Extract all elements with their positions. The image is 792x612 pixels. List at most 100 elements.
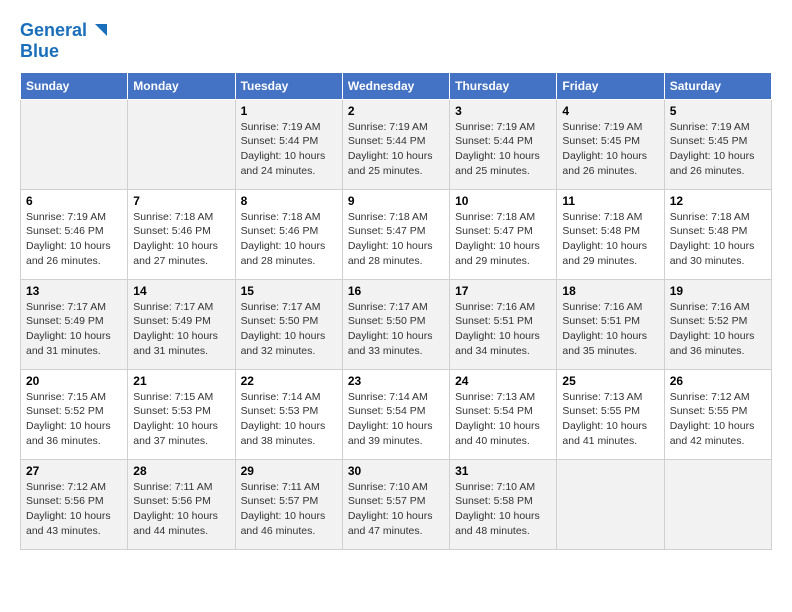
day-cell: 8Sunrise: 7:18 AM Sunset: 5:46 PM Daylig… [235, 189, 342, 279]
day-cell: 31 Sunrise: 7:10 AM Sunset: 5:58 PM Dayli… [450, 459, 557, 549]
day-info: Sunrise: 7:18 AM Sunset: 5:46 PM Dayligh… [133, 210, 229, 269]
day-cell: 18Sunrise: 7:16 AM Sunset: 5:51 PM Dayli… [557, 279, 664, 369]
day-number: 4 [562, 104, 658, 118]
logo: General Blue [20, 20, 109, 62]
day-cell: 9 Sunrise: 7:18 AM Sunset: 5:47 PM Daylig… [342, 189, 449, 279]
day-number: 12 [670, 194, 766, 208]
day-number: 10 [455, 194, 551, 208]
day-cell: 7 Sunrise: 7:18 AM Sunset: 5:46 PM Daylig… [128, 189, 235, 279]
day-number: 2 [348, 104, 444, 118]
day-cell: 4 Sunrise: 7:19 AM Sunset: 5:45 PM Daylig… [557, 99, 664, 189]
day-number: 9 [348, 194, 444, 208]
day-info: Sunrise: 7:19 AM Sunset: 5:44 PM Dayligh… [348, 120, 444, 179]
day-info: Sunrise: 7:19 AM Sunset: 5:44 PM Dayligh… [241, 120, 337, 179]
day-info: Sunrise: 7:11 AM Sunset: 5:57 PM Dayligh… [241, 480, 337, 539]
day-cell: 24 Sunrise: 7:13 AM Sunset: 5:54 PM Dayli… [450, 369, 557, 459]
day-cell: 27 Sunrise: 7:12 AM Sunset: 5:56 PM Dayli… [21, 459, 128, 549]
day-number: 29 [241, 464, 337, 478]
day-cell: 29 Sunrise: 7:11 AM Sunset: 5:57 PM Dayli… [235, 459, 342, 549]
day-number: 6 [26, 194, 122, 208]
day-cell: 10 Sunrise: 7:18 AM Sunset: 5:47 PM Dayli… [450, 189, 557, 279]
day-cell: 22 Sunrise: 7:14 AM Sunset: 5:53 PM Dayli… [235, 369, 342, 459]
day-number: 27 [26, 464, 122, 478]
week-row-4: 20Sunrise: 7:15 AM Sunset: 5:52 PM Dayli… [21, 369, 772, 459]
day-cell: 26Sunrise: 7:12 AM Sunset: 5:55 PM Dayli… [664, 369, 771, 459]
day-number: 23 [348, 374, 444, 388]
week-row-2: 6 Sunrise: 7:19 AM Sunset: 5:46 PM Daylig… [21, 189, 772, 279]
day-info: Sunrise: 7:11 AM Sunset: 5:56 PM Dayligh… [133, 480, 229, 539]
day-cell [21, 99, 128, 189]
day-info: Sunrise: 7:17 AM Sunset: 5:50 PM Dayligh… [348, 300, 444, 359]
day-number: 22 [241, 374, 337, 388]
day-number: 25 [562, 374, 658, 388]
day-info: Sunrise: 7:12 AM Sunset: 5:56 PM Dayligh… [26, 480, 122, 539]
col-monday: Monday [128, 72, 235, 99]
day-number: 7 [133, 194, 229, 208]
day-number: 3 [455, 104, 551, 118]
day-cell: 12 Sunrise: 7:18 AM Sunset: 5:48 PM Dayli… [664, 189, 771, 279]
week-row-1: 1 Sunrise: 7:19 AM Sunset: 5:44 PM Daylig… [21, 99, 772, 189]
day-cell [128, 99, 235, 189]
day-cell: 11 Sunrise: 7:18 AM Sunset: 5:48 PM Dayli… [557, 189, 664, 279]
day-cell: 17Sunrise: 7:16 AM Sunset: 5:51 PM Dayli… [450, 279, 557, 369]
day-info: Sunrise: 7:13 AM Sunset: 5:54 PM Dayligh… [455, 390, 551, 449]
day-number: 13 [26, 284, 122, 298]
day-cell: 5Sunrise: 7:19 AM Sunset: 5:45 PM Daylig… [664, 99, 771, 189]
day-info: Sunrise: 7:19 AM Sunset: 5:45 PM Dayligh… [562, 120, 658, 179]
day-cell: 14 Sunrise: 7:17 AM Sunset: 5:49 PM Dayli… [128, 279, 235, 369]
calendar-body: 1 Sunrise: 7:19 AM Sunset: 5:44 PM Daylig… [21, 99, 772, 549]
day-cell: 21 Sunrise: 7:15 AM Sunset: 5:53 PM Dayli… [128, 369, 235, 459]
logo-text: General [20, 21, 87, 41]
day-number: 31 [455, 464, 551, 478]
logo-icon [87, 20, 109, 42]
day-number: 14 [133, 284, 229, 298]
logo-blue: Blue [20, 42, 59, 62]
day-cell: 28 Sunrise: 7:11 AM Sunset: 5:56 PM Dayli… [128, 459, 235, 549]
day-number: 5 [670, 104, 766, 118]
day-cell: 23 Sunrise: 7:14 AM Sunset: 5:54 PM Dayli… [342, 369, 449, 459]
day-cell: 6 Sunrise: 7:19 AM Sunset: 5:46 PM Daylig… [21, 189, 128, 279]
day-number: 15 [241, 284, 337, 298]
day-cell: 20Sunrise: 7:15 AM Sunset: 5:52 PM Dayli… [21, 369, 128, 459]
page-header: General Blue [20, 20, 772, 62]
day-number: 30 [348, 464, 444, 478]
day-info: Sunrise: 7:18 AM Sunset: 5:48 PM Dayligh… [670, 210, 766, 269]
day-number: 28 [133, 464, 229, 478]
week-row-5: 27 Sunrise: 7:12 AM Sunset: 5:56 PM Dayli… [21, 459, 772, 549]
col-wednesday: Wednesday [342, 72, 449, 99]
col-saturday: Saturday [664, 72, 771, 99]
day-cell: 19Sunrise: 7:16 AM Sunset: 5:52 PM Dayli… [664, 279, 771, 369]
day-cell: 2 Sunrise: 7:19 AM Sunset: 5:44 PM Daylig… [342, 99, 449, 189]
day-info: Sunrise: 7:18 AM Sunset: 5:48 PM Dayligh… [562, 210, 658, 269]
day-number: 26 [670, 374, 766, 388]
day-info: Sunrise: 7:17 AM Sunset: 5:49 PM Dayligh… [26, 300, 122, 359]
col-thursday: Thursday [450, 72, 557, 99]
day-cell: 15Sunrise: 7:17 AM Sunset: 5:50 PM Dayli… [235, 279, 342, 369]
header-row: Sunday Monday Tuesday Wednesday Thursday… [21, 72, 772, 99]
day-info: Sunrise: 7:19 AM Sunset: 5:46 PM Dayligh… [26, 210, 122, 269]
day-info: Sunrise: 7:16 AM Sunset: 5:51 PM Dayligh… [562, 300, 658, 359]
day-info: Sunrise: 7:16 AM Sunset: 5:52 PM Dayligh… [670, 300, 766, 359]
day-cell: 1 Sunrise: 7:19 AM Sunset: 5:44 PM Daylig… [235, 99, 342, 189]
day-info: Sunrise: 7:15 AM Sunset: 5:53 PM Dayligh… [133, 390, 229, 449]
day-info: Sunrise: 7:14 AM Sunset: 5:54 PM Dayligh… [348, 390, 444, 449]
day-info: Sunrise: 7:10 AM Sunset: 5:58 PM Dayligh… [455, 480, 551, 539]
day-cell: 30Sunrise: 7:10 AM Sunset: 5:57 PM Dayli… [342, 459, 449, 549]
day-number: 11 [562, 194, 658, 208]
calendar-table: Sunday Monday Tuesday Wednesday Thursday… [20, 72, 772, 550]
day-number: 1 [241, 104, 337, 118]
day-cell: 25Sunrise: 7:13 AM Sunset: 5:55 PM Dayli… [557, 369, 664, 459]
day-cell: 13 Sunrise: 7:17 AM Sunset: 5:49 PM Dayli… [21, 279, 128, 369]
day-info: Sunrise: 7:17 AM Sunset: 5:49 PM Dayligh… [133, 300, 229, 359]
day-cell [664, 459, 771, 549]
day-cell [557, 459, 664, 549]
day-cell: 3Sunrise: 7:19 AM Sunset: 5:44 PM Daylig… [450, 99, 557, 189]
day-number: 8 [241, 194, 337, 208]
day-info: Sunrise: 7:15 AM Sunset: 5:52 PM Dayligh… [26, 390, 122, 449]
day-number: 24 [455, 374, 551, 388]
col-sunday: Sunday [21, 72, 128, 99]
day-info: Sunrise: 7:18 AM Sunset: 5:47 PM Dayligh… [455, 210, 551, 269]
day-info: Sunrise: 7:14 AM Sunset: 5:53 PM Dayligh… [241, 390, 337, 449]
day-info: Sunrise: 7:18 AM Sunset: 5:47 PM Dayligh… [348, 210, 444, 269]
day-number: 21 [133, 374, 229, 388]
